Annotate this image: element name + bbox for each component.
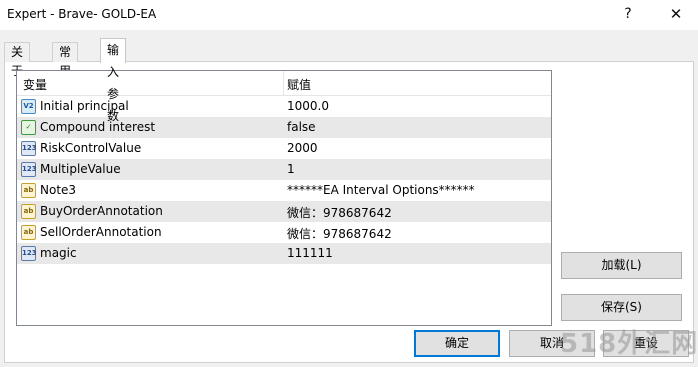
param-value[interactable]: 1000.0: [287, 99, 329, 113]
table-row[interactable]: V2 Initial principal 1000.0: [17, 96, 551, 117]
bool-type-icon: ✓: [21, 120, 36, 135]
string-type-icon: ab: [21, 225, 36, 240]
tab-about[interactable]: 关于: [4, 42, 31, 78]
param-name: Compound interest: [40, 120, 156, 134]
title-bar: Expert - Brave- GOLD-EA ? ✕: [0, 0, 698, 30]
param-value[interactable]: false: [287, 120, 316, 134]
param-name: magic: [40, 246, 77, 260]
window-title: Expert - Brave- GOLD-EA: [7, 7, 157, 21]
param-value[interactable]: 2000: [287, 141, 318, 155]
param-value[interactable]: 111111: [287, 246, 333, 260]
help-icon[interactable]: ?: [608, 0, 648, 30]
int-type-icon: 123: [21, 141, 37, 156]
table-row[interactable]: ab BuyOrderAnnotation 微信：978687642: [17, 201, 551, 222]
tab-common[interactable]: 常用: [52, 42, 79, 78]
grid-header: 变量 赋值: [17, 71, 551, 96]
param-name: Note3: [40, 183, 77, 197]
param-value[interactable]: 微信：978687642: [287, 225, 392, 242]
header-divider[interactable]: [283, 71, 284, 95]
table-row[interactable]: ab SellOrderAnnotation 微信：978687642: [17, 222, 551, 243]
param-name: SellOrderAnnotation: [40, 225, 162, 239]
int-type-icon: 123: [21, 246, 37, 261]
table-row[interactable]: ✓ Compound interest false: [17, 117, 551, 138]
close-icon[interactable]: ✕: [656, 0, 696, 30]
double-type-icon: V2: [21, 99, 36, 114]
header-value[interactable]: 赋值: [287, 76, 311, 93]
load-button[interactable]: 加载(L): [561, 252, 682, 279]
param-value[interactable]: ******EA Interval Options******: [287, 183, 475, 197]
param-name: MultipleValue: [40, 162, 121, 176]
param-name: RiskControlValue: [40, 141, 142, 155]
watermark: 518外汇网: [560, 329, 698, 359]
table-row[interactable]: ab Note3 ******EA Interval Options******: [17, 180, 551, 201]
table-row[interactable]: 123 MultipleValue 1: [17, 159, 551, 180]
string-type-icon: ab: [21, 183, 36, 198]
save-button[interactable]: 保存(S): [561, 294, 682, 321]
table-row[interactable]: 123 RiskControlValue 2000: [17, 138, 551, 159]
param-name: BuyOrderAnnotation: [40, 204, 163, 218]
param-value[interactable]: 1: [287, 162, 295, 176]
header-variable[interactable]: 变量: [23, 76, 47, 93]
int-type-icon: 123: [21, 162, 37, 177]
tab-inputs[interactable]: 输入参数: [100, 38, 127, 123]
table-row[interactable]: 123 magic 111111: [17, 243, 551, 264]
string-type-icon: ab: [21, 204, 36, 219]
ok-button[interactable]: 确定: [414, 330, 500, 357]
param-value[interactable]: 微信：978687642: [287, 204, 392, 221]
parameters-grid: 变量 赋值 V2 Initial principal 1000.0 ✓ Comp…: [16, 70, 552, 326]
